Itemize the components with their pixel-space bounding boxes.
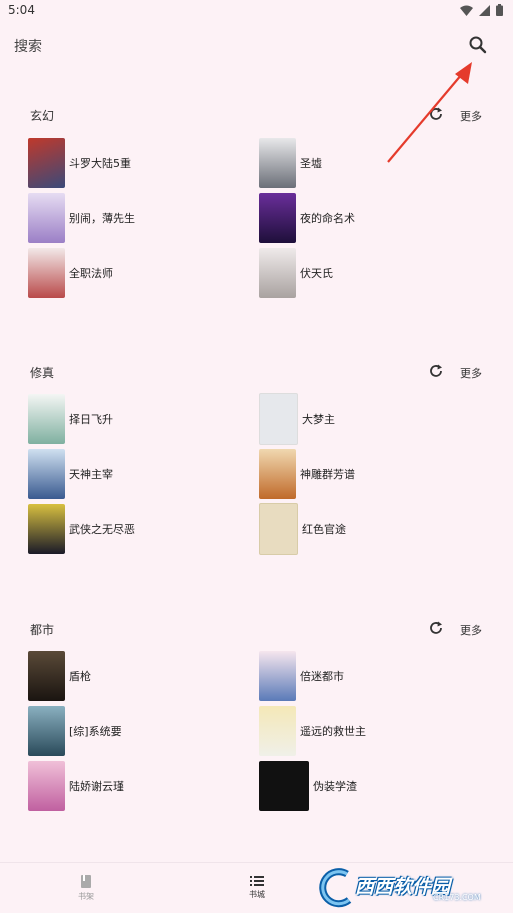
book-cover: [259, 193, 296, 243]
book-cover: [259, 393, 298, 445]
watermark-logo-icon: [319, 868, 352, 908]
book-item[interactable]: [综]系统要: [28, 706, 122, 756]
book-item[interactable]: 全职法师: [28, 248, 113, 298]
status-bar: 5:04: [0, 0, 513, 22]
book-item[interactable]: 夜的命名术: [259, 193, 355, 243]
book-title: 天神主宰: [69, 468, 113, 481]
book-title: 倍迷都市: [300, 670, 344, 683]
wifi-icon: [460, 5, 473, 16]
tab-store[interactable]: 书城: [197, 869, 317, 900]
book-title: [综]系统要: [69, 725, 122, 738]
book-item[interactable]: 陆娇谢云瑾: [28, 761, 124, 811]
book-title: 伏天氏: [300, 267, 333, 280]
battery-icon: [496, 4, 503, 16]
tab-label: 书城: [249, 890, 265, 899]
book-item[interactable]: 倍迷都市: [259, 651, 344, 701]
section-title: 玄幻: [30, 109, 55, 123]
book-cover: [259, 449, 296, 499]
section-title: 修真: [30, 366, 55, 380]
book-item[interactable]: 天神主宰: [28, 449, 113, 499]
book-title: 武侠之无尽恶: [69, 523, 135, 536]
book-cover: [28, 394, 65, 444]
book-cover: [259, 651, 296, 701]
book-cover: [259, 761, 309, 811]
book-title: 圣墟: [300, 157, 322, 170]
search-bar[interactable]: 搜索: [0, 24, 513, 68]
book-title: 大梦主: [302, 413, 335, 426]
book-title: 神雕群芳谱: [300, 468, 355, 481]
book-title: 伪装学渣: [313, 780, 357, 793]
book-cover: [259, 138, 296, 188]
book-cover: [259, 503, 298, 555]
book-title: 遥远的救世主: [300, 725, 366, 738]
status-time: 5:04: [8, 3, 35, 17]
book-title: 全职法师: [69, 267, 113, 280]
book-cover: [259, 248, 296, 298]
tab-shelf[interactable]: 书架: [26, 869, 146, 902]
more-button[interactable]: 更多: [460, 108, 482, 124]
more-button[interactable]: 更多: [460, 365, 482, 381]
book-title: 红色官途: [302, 523, 346, 536]
book-item[interactable]: 武侠之无尽恶: [28, 504, 135, 554]
refresh-icon[interactable]: [428, 620, 444, 636]
book-cover: [28, 449, 65, 499]
bookshelf-icon: [81, 875, 91, 888]
book-cover: [28, 706, 65, 756]
book-cover: [28, 248, 65, 298]
signal-icon: [479, 4, 490, 16]
list-icon: [250, 876, 264, 886]
section-title: 都市: [30, 623, 55, 637]
book-title: 别闹，薄先生: [69, 212, 135, 225]
book-item[interactable]: 神雕群芳谱: [259, 449, 355, 499]
more-button[interactable]: 更多: [460, 622, 482, 638]
book-title: 陆娇谢云瑾: [69, 780, 124, 793]
search-icon[interactable]: [468, 35, 488, 55]
book-cover: [28, 761, 65, 811]
tab-label: 书架: [78, 892, 94, 901]
book-item[interactable]: 斗罗大陆5重: [28, 138, 131, 188]
book-title: 择日飞升: [69, 413, 113, 426]
book-item[interactable]: 伏天氏: [259, 248, 333, 298]
book-title: 盾枪: [69, 670, 91, 683]
book-item[interactable]: 盾枪: [28, 651, 91, 701]
book-cover: [28, 138, 65, 188]
book-title: 夜的命名术: [300, 212, 355, 225]
book-item[interactable]: 遥远的救世主: [259, 706, 366, 756]
book-item[interactable]: 伪装学渣: [259, 761, 357, 811]
book-cover: [28, 651, 65, 701]
book-cover: [259, 706, 296, 756]
book-item[interactable]: 别闹，薄先生: [28, 193, 135, 243]
watermark-url: CR173.COM: [433, 893, 481, 902]
refresh-icon[interactable]: [428, 363, 444, 379]
book-cover: [28, 193, 65, 243]
book-item[interactable]: 择日飞升: [28, 394, 113, 444]
search-label: 搜索: [14, 39, 42, 55]
book-title: 斗罗大陆5重: [69, 157, 131, 170]
watermark: 西西软件园 CR173.COM: [313, 862, 513, 912]
book-item[interactable]: 大梦主: [259, 393, 335, 445]
book-item[interactable]: 圣墟: [259, 138, 322, 188]
book-cover: [28, 504, 65, 554]
book-item[interactable]: 红色官途: [259, 503, 346, 555]
refresh-icon[interactable]: [428, 106, 444, 122]
